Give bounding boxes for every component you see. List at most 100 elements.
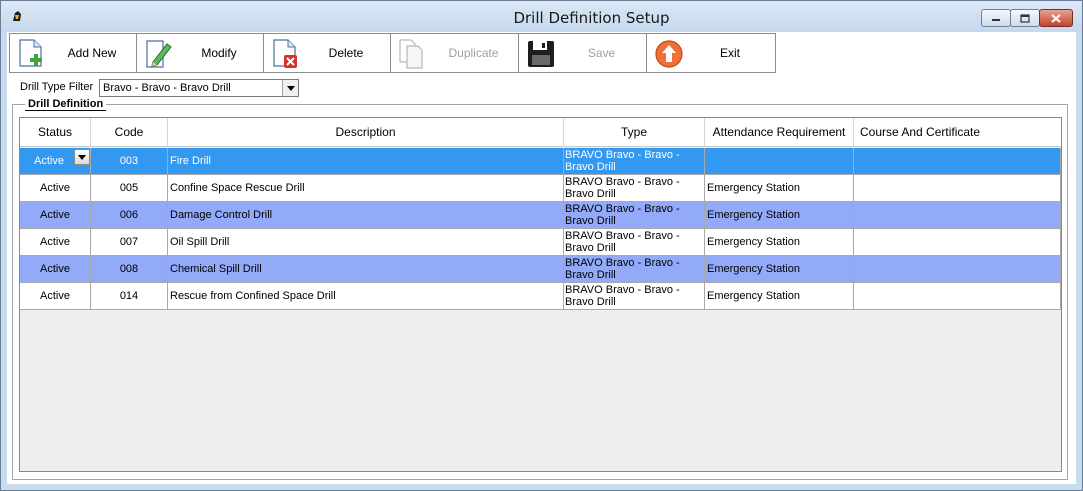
maximize-button[interactable] — [1010, 9, 1040, 27]
code-cell[interactable]: 006 — [91, 202, 168, 228]
column-header-description[interactable]: Description — [168, 118, 564, 147]
type-line: BRAVO Bravo - Bravo - — [565, 176, 680, 188]
description-cell[interactable]: Oil Spill Drill — [168, 229, 564, 255]
type-line: Bravo Drill — [565, 296, 616, 308]
dropdown-arrow-button[interactable] — [282, 80, 298, 96]
add-new-icon — [19, 39, 42, 67]
drill-type-filter-select[interactable]: Bravo - Bravo - Bravo Drill — [99, 79, 299, 97]
delete-label: Delete — [328, 46, 364, 60]
type-cell[interactable]: BRAVO Bravo - Bravo - Bravo Drill — [564, 283, 705, 309]
status-cell[interactable]: Active — [20, 202, 91, 228]
client-area: Add New Modify Delete Duplicate Save Exi… — [7, 32, 1076, 484]
status-value: Active — [34, 155, 64, 167]
code-cell[interactable]: 014 — [91, 283, 168, 309]
maximize-icon — [1020, 13, 1030, 23]
duplicate-button[interactable]: Duplicate — [390, 33, 519, 73]
modify-label: Modify — [201, 46, 237, 60]
type-line: BRAVO Bravo - Bravo - — [565, 149, 680, 161]
save-icon — [528, 41, 554, 67]
column-header-status[interactable]: Status — [20, 118, 91, 147]
attendance-cell[interactable]: Emergency Station — [705, 256, 854, 282]
app-window: Drill Definition Setup Add New Modify De… — [0, 0, 1083, 491]
table-row[interactable]: Active 006 Damage Control Drill BRAVO Br… — [20, 202, 1061, 229]
exit-icon — [655, 40, 683, 68]
type-line: Bravo Drill — [565, 188, 616, 200]
code-cell[interactable]: 005 — [91, 175, 168, 201]
add-new-button[interactable]: Add New — [9, 33, 137, 73]
drill-definition-grid: Status Code Description Type Attendance … — [19, 117, 1062, 472]
course-cell[interactable] — [854, 256, 1061, 282]
code-cell[interactable]: 008 — [91, 256, 168, 282]
window-controls — [981, 9, 1073, 27]
type-line: BRAVO Bravo - Bravo - — [565, 257, 680, 269]
type-line: Bravo Drill — [565, 161, 616, 173]
type-cell[interactable]: BRAVO Bravo - Bravo - Bravo Drill — [564, 202, 705, 228]
attendance-cell[interactable] — [705, 148, 854, 174]
code-cell[interactable]: 003 — [91, 148, 168, 174]
modify-icon — [146, 40, 172, 68]
delete-button[interactable]: Delete — [263, 33, 391, 73]
app-icon — [13, 11, 21, 21]
exit-button[interactable]: Exit — [646, 33, 776, 73]
modify-button[interactable]: Modify — [136, 33, 264, 73]
save-label: Save — [587, 46, 616, 60]
duplicate-icon — [399, 39, 423, 69]
course-cell[interactable] — [854, 175, 1061, 201]
type-cell[interactable]: BRAVO Bravo - Bravo - Bravo Drill — [564, 175, 705, 201]
table-row[interactable]: Active 014 Rescue from Confined Space Dr… — [20, 283, 1061, 310]
type-cell[interactable]: BRAVO Bravo - Bravo - Bravo Drill — [564, 229, 705, 255]
status-cell[interactable]: Active — [20, 175, 91, 201]
table-row[interactable]: Active 003 Fire Drill BRAVO Bravo - Brav… — [20, 148, 1061, 175]
status-dropdown-button[interactable] — [74, 149, 90, 165]
column-header-type[interactable]: Type — [564, 118, 705, 147]
close-button[interactable] — [1039, 9, 1073, 27]
close-icon — [1051, 13, 1061, 23]
type-line: Bravo Drill — [565, 215, 616, 227]
status-cell[interactable]: Active — [20, 256, 91, 282]
course-cell[interactable] — [854, 148, 1061, 174]
type-line: BRAVO Bravo - Bravo - — [565, 230, 680, 242]
description-cell[interactable]: Chemical Spill Drill — [168, 256, 564, 282]
duplicate-label: Duplicate — [448, 46, 499, 60]
column-header-attendance[interactable]: Attendance Requirement — [705, 118, 854, 147]
group-title: Drill Definition — [25, 98, 107, 111]
status-cell[interactable]: Active — [20, 229, 91, 255]
grid-rows: Active 003 Fire Drill BRAVO Bravo - Brav… — [20, 148, 1061, 310]
table-row[interactable]: Active 008 Chemical Spill Drill BRAVO Br… — [20, 256, 1061, 283]
table-row[interactable]: Active 005 Confine Space Rescue Drill BR… — [20, 175, 1061, 202]
window-title: Drill Definition Setup — [513, 9, 670, 27]
chevron-down-icon — [78, 154, 86, 160]
column-header-code[interactable]: Code — [91, 118, 168, 147]
column-header-course[interactable]: Course And Certificate — [854, 118, 1061, 147]
type-line: BRAVO Bravo - Bravo - — [565, 203, 680, 215]
type-cell[interactable]: BRAVO Bravo - Bravo - Bravo Drill — [564, 256, 705, 282]
title-bar[interactable]: Drill Definition Setup — [1, 1, 1082, 32]
save-button[interactable]: Save — [518, 33, 647, 73]
drill-type-filter-label: Drill Type Filter — [20, 81, 94, 93]
attendance-cell[interactable]: Emergency Station — [705, 229, 854, 255]
course-cell[interactable] — [854, 202, 1061, 228]
code-cell[interactable]: 007 — [91, 229, 168, 255]
minimize-button[interactable] — [981, 9, 1011, 27]
chevron-down-icon — [286, 85, 295, 91]
add-new-label: Add New — [67, 46, 117, 60]
attendance-cell[interactable]: Emergency Station — [705, 283, 854, 309]
type-line: BRAVO Bravo - Bravo - — [565, 284, 680, 296]
description-cell[interactable]: Confine Space Rescue Drill — [168, 175, 564, 201]
delete-icon — [273, 39, 297, 68]
attendance-cell[interactable]: Emergency Station — [705, 202, 854, 228]
description-cell[interactable]: Fire Drill — [168, 148, 564, 174]
description-cell[interactable]: Rescue from Confined Space Drill — [168, 283, 564, 309]
grid-header: Status Code Description Type Attendance … — [20, 118, 1061, 147]
attendance-cell[interactable]: Emergency Station — [705, 175, 854, 201]
status-cell[interactable]: Active — [20, 283, 91, 309]
table-row[interactable]: Active 007 Oil Spill Drill BRAVO Bravo -… — [20, 229, 1061, 256]
toolbar: Add New Modify Delete Duplicate Save Exi… — [9, 33, 776, 73]
course-cell[interactable] — [854, 229, 1061, 255]
type-cell[interactable]: BRAVO Bravo - Bravo - Bravo Drill — [564, 148, 705, 174]
type-line: Bravo Drill — [565, 269, 616, 281]
status-cell[interactable]: Active — [20, 148, 91, 174]
description-cell[interactable]: Damage Control Drill — [168, 202, 564, 228]
course-cell[interactable] — [854, 283, 1061, 309]
minimize-icon — [992, 19, 1000, 21]
